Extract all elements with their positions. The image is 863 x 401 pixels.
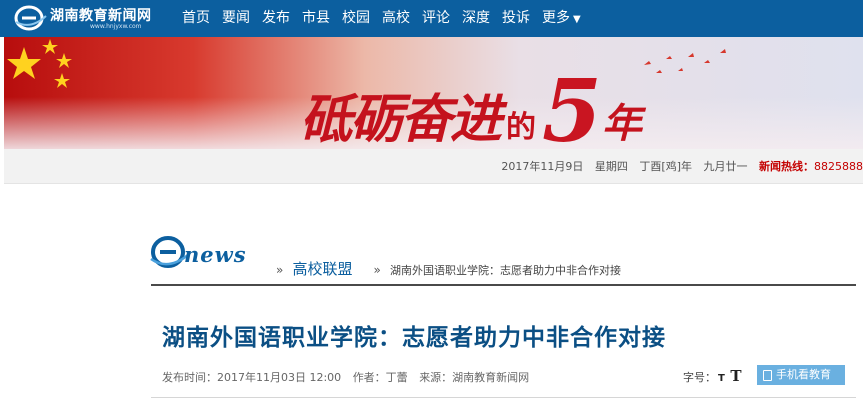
font-size-label: 字号： xyxy=(683,371,716,384)
breadcrumb-separator: » xyxy=(276,263,284,277)
banner-title-de: 的 xyxy=(506,110,537,145)
publish-time: 发布时间：2017年11月03日 12:00 xyxy=(162,371,342,384)
nav-item-universities[interactable]: 高校 xyxy=(376,0,416,37)
nav-item-depth[interactable]: 深度 xyxy=(456,0,496,37)
date-info: 2017年11月9日 星期四 丁酉[鸡]年 九月廿一 新闻热线：8825888 xyxy=(493,158,863,174)
caret-down-icon: ▼ xyxy=(573,14,581,25)
nav-item-comment[interactable]: 评论 xyxy=(416,0,456,37)
site-url: www.hnjyxw.com xyxy=(90,23,142,30)
source: 来源：湖南教育新闻网 xyxy=(419,371,530,384)
font-larger-button[interactable]: T xyxy=(730,367,741,385)
hotline-number: 8825888 xyxy=(814,160,863,173)
mobile-view-label: 手机看教育 xyxy=(776,368,831,381)
mobile-view-button[interactable]: 手机看教育 xyxy=(757,365,845,385)
breadcrumb-current: 湖南外国语职业学院：志愿者助力中非合作对接 xyxy=(389,264,621,277)
site-logo[interactable]: 湖南教育新闻网 www.hnjyxw.com xyxy=(14,2,174,34)
nav-item-news[interactable]: 要闻 xyxy=(216,0,256,37)
nav-item-more[interactable]: 更多 ▼ xyxy=(536,0,587,37)
weekday: 星期四 xyxy=(594,160,628,173)
banner-title-main: 砥砺奋进 xyxy=(300,89,502,149)
date-bar: 2017年11月9日 星期四 丁酉[鸡]年 九月廿一 新闻热线：8825888 xyxy=(4,149,863,184)
nav-item-home[interactable]: 首页 xyxy=(176,0,216,37)
breadcrumb-divider xyxy=(151,284,856,286)
nav-menu: 首页 要闻 发布 市县 校园 高校 评论 深度 投诉 更多 ▼ xyxy=(176,0,587,37)
nav-more-label: 更多 xyxy=(542,10,570,26)
nav-item-counties[interactable]: 市县 xyxy=(296,0,336,37)
banner-title-year: 年 xyxy=(601,100,642,147)
lunar-date: 九月廿一 xyxy=(703,160,748,173)
banner-title-five: 5 xyxy=(542,61,602,149)
top-nav: 湖南教育新闻网 www.hnjyxw.com 首页 要闻 发布 市县 校园 高校… xyxy=(0,0,863,37)
font-smaller-button[interactable]: T xyxy=(718,373,725,384)
phone-icon xyxy=(763,369,772,381)
breadcrumb-separator: » xyxy=(373,263,381,277)
site-logo-icon xyxy=(14,5,47,31)
nav-item-campus[interactable]: 校园 xyxy=(336,0,376,37)
ganzhi-year: 丁酉[鸡]年 xyxy=(639,160,692,173)
news-logo-text: news xyxy=(184,242,247,267)
article-meta: 发布时间：2017年11月03日 12:00 作者：丁蕾 来源：湖南教育新闻网 xyxy=(162,369,537,385)
header-divider xyxy=(151,397,856,398)
breadcrumb-section-link[interactable]: 高校联盟 xyxy=(292,260,352,278)
nav-item-release[interactable]: 发布 xyxy=(256,0,296,37)
nav-item-complaint[interactable]: 投诉 xyxy=(496,0,536,37)
current-date: 2017年11月9日 xyxy=(501,160,584,173)
author: 作者：丁蕾 xyxy=(352,371,408,384)
article-title: 湖南外国语职业学院：志愿者助力中非合作对接 xyxy=(162,325,666,351)
breadcrumb: » 高校联盟 » 湖南外国语职业学院：志愿者助力中非合作对接 xyxy=(276,258,621,278)
hotline-label: 新闻热线： xyxy=(759,160,814,173)
news-logo[interactable]: news xyxy=(150,233,268,273)
site-name: 湖南教育新闻网 xyxy=(50,8,152,24)
banner: 砥砺奋进 的5年 xyxy=(4,37,863,149)
banner-title: 砥砺奋进 的5年 xyxy=(300,57,642,149)
font-size-control: 字号： T T xyxy=(683,367,742,385)
